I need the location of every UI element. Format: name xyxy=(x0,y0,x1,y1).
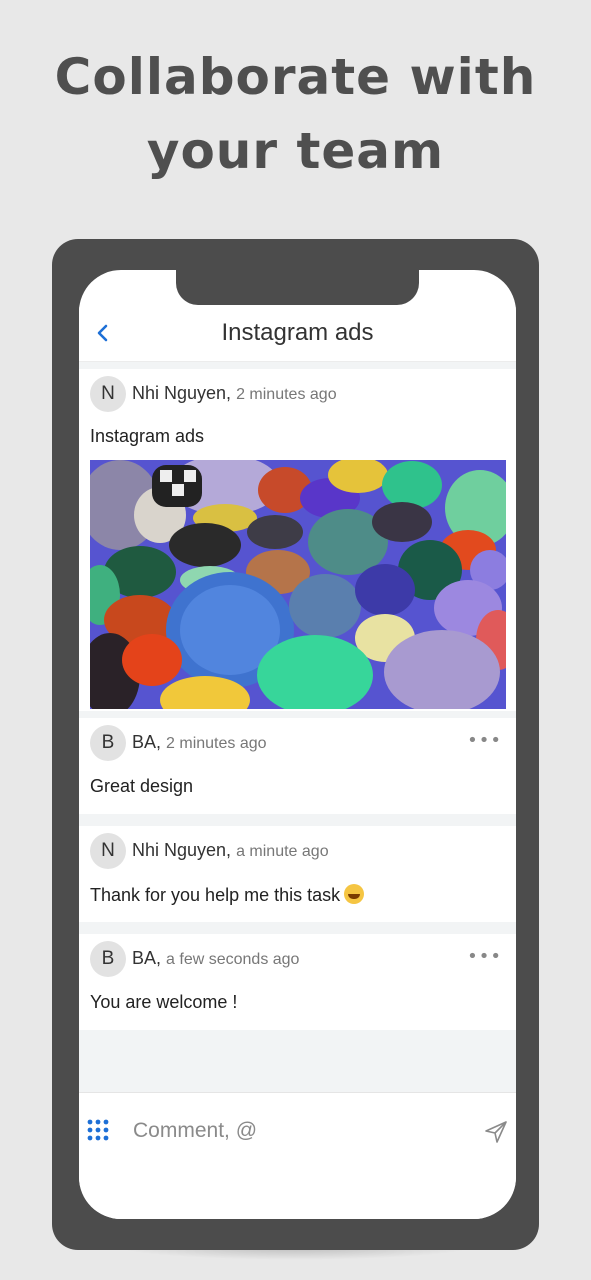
comment-meta: BA, 2 minutes ago xyxy=(132,732,267,753)
comment-meta: BA, a few seconds ago xyxy=(132,948,299,969)
comment-item: B BA, a few seconds ago ••• You are welc… xyxy=(79,934,516,1030)
avatar: N xyxy=(90,833,126,869)
comment-feed: N Nhi Nguyen, 2 minutes ago Instagram ad… xyxy=(79,362,516,1092)
comment-item: N Nhi Nguyen, a minute ago Thank for you… xyxy=(79,826,516,922)
phone-frame: Instagram ads N Nhi Nguyen, 2 minutes ag… xyxy=(52,239,539,1250)
comment-meta: Nhi Nguyen, 2 minutes ago xyxy=(132,383,337,404)
author-name: Nhi Nguyen, xyxy=(132,840,232,860)
headline-line-1: Collaborate with xyxy=(54,48,537,106)
comment-input[interactable] xyxy=(131,1113,455,1149)
comment-item: B BA, 2 minutes ago ••• Great design xyxy=(79,718,516,814)
author-name: Nhi Nguyen, xyxy=(132,383,232,403)
phone-screen: Instagram ads N Nhi Nguyen, 2 minutes ag… xyxy=(79,270,516,1219)
author-name: BA, xyxy=(132,732,162,752)
comment-text: Great design xyxy=(90,776,194,796)
navbar: Instagram ads xyxy=(79,305,516,362)
comment-text: You are welcome ! xyxy=(90,992,238,1012)
headline: Collaborate with your team xyxy=(0,40,591,188)
comment-item: N Nhi Nguyen, 2 minutes ago Instagram ad… xyxy=(79,369,516,711)
more-options-icon[interactable]: ••• xyxy=(467,730,502,751)
send-icon[interactable] xyxy=(483,1119,509,1145)
grinning-emoji-icon xyxy=(344,884,365,904)
more-options-icon[interactable]: ••• xyxy=(467,946,502,967)
comment-text: Thank for you help me this task xyxy=(90,884,365,906)
author-name: BA, xyxy=(132,948,162,968)
comment-text: Instagram ads xyxy=(90,426,205,446)
comment-composer xyxy=(79,1092,516,1219)
timestamp: 2 minutes ago xyxy=(236,386,337,403)
headline-line-2: your team xyxy=(146,122,445,180)
attachment-image[interactable] xyxy=(90,460,506,709)
page-title: Instagram ads xyxy=(221,319,374,346)
phone-notch xyxy=(176,270,419,305)
comment-text-content: Thank for you help me this task xyxy=(90,885,341,905)
timestamp: 2 minutes ago xyxy=(166,735,267,752)
comment-meta: Nhi Nguyen, a minute ago xyxy=(132,840,329,861)
avatar: B xyxy=(90,725,126,761)
grid-icon[interactable] xyxy=(87,1119,109,1141)
avatar: B xyxy=(90,941,126,977)
avatar: N xyxy=(90,376,126,412)
timestamp: a minute ago xyxy=(236,843,329,860)
timestamp: a few seconds ago xyxy=(166,951,300,968)
